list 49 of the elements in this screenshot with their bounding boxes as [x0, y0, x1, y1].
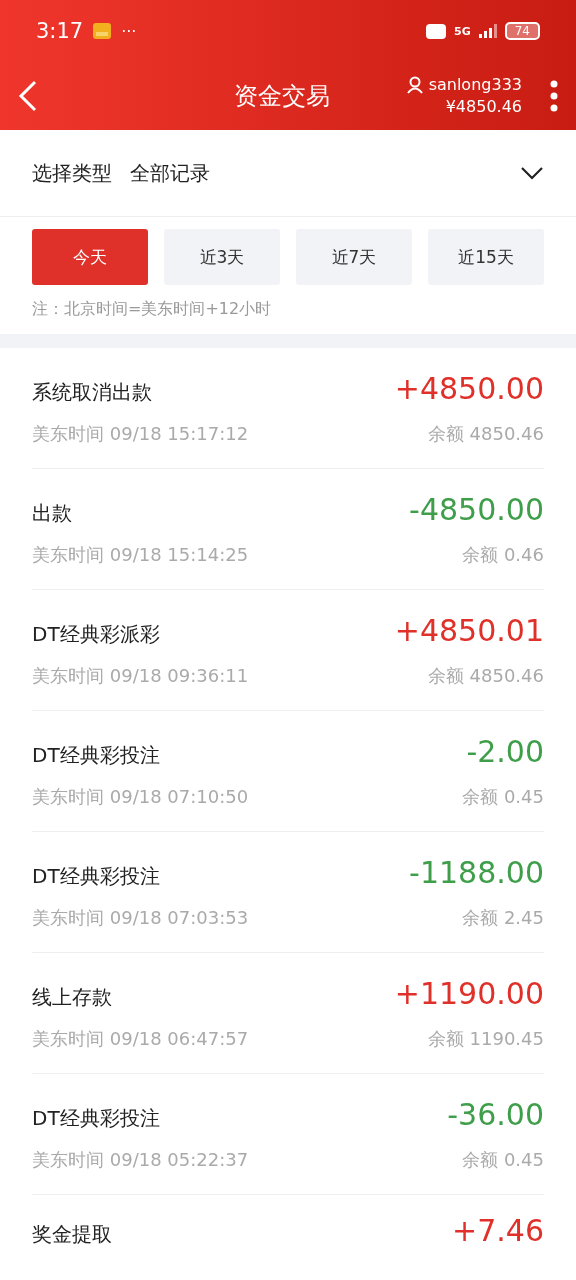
record-balance: 余额 1190.45	[427, 1026, 544, 1051]
battery-level: 74	[504, 22, 540, 40]
record-time: 美东时间 09/18 15:14:25	[32, 542, 249, 567]
record-amount: -4850.00	[409, 491, 544, 527]
record-time: 美东时间 09/18 09:36:11	[32, 663, 249, 688]
record-time: 美东时间 09/18 07:03:53	[32, 905, 249, 930]
account-balance: ¥4850.46	[445, 96, 522, 118]
user-icon	[406, 76, 423, 94]
more-menu-icon[interactable]	[550, 80, 558, 112]
record-amount: +1190.00	[394, 975, 544, 1011]
date-range-tab[interactable]: 近3天	[164, 229, 280, 285]
record-amount: -2.00	[466, 733, 544, 769]
record-title: DT经典彩投注	[32, 741, 160, 769]
type-selector[interactable]: 选择类型 全部记录	[0, 130, 576, 217]
record-title: 线上存款	[32, 983, 112, 1011]
record-title: DT经典彩投注	[32, 862, 160, 890]
record-amount: +4850.00	[394, 370, 544, 406]
record-amount: +7.46	[452, 1213, 544, 1248]
record-amount: -36.00	[447, 1096, 544, 1132]
page-title: 资金交易	[233, 81, 332, 112]
more-notifications: ···	[121, 21, 137, 41]
record-balance: 余额 4850.46	[427, 663, 544, 688]
record-time: 美东时间 09/18 06:47:57	[32, 1026, 249, 1051]
record-amount: +4850.01	[394, 612, 544, 648]
record-time: 美东时间 09/18 15:17:12	[32, 421, 249, 446]
username: sanlong333	[428, 74, 522, 96]
record-balance: 余额 0.45	[462, 1147, 544, 1172]
record-balance: 余额 0.45	[462, 784, 544, 809]
record-time: 美东时间 09/18 07:10:50	[32, 784, 249, 809]
date-range-tab[interactable]: 近15天	[428, 229, 544, 285]
network-type: 5G	[454, 24, 471, 38]
record-title: 奖金提取	[32, 1221, 112, 1248]
record-balance: 余额 0.46	[462, 542, 544, 567]
record-time: 美东时间 09/18 05:22:37	[32, 1147, 249, 1172]
status-time: 3:17	[36, 19, 84, 43]
back-icon[interactable]	[18, 80, 38, 112]
chevron-down-icon	[520, 166, 544, 180]
time-note: 注：北京时间=美东时间+12小时	[31, 298, 273, 320]
record-title: 出款	[32, 499, 72, 527]
date-range-tab[interactable]: 今天	[32, 229, 148, 285]
record-amount: -1188.00	[409, 854, 544, 890]
date-range-tab[interactable]: 近7天	[296, 229, 412, 285]
record-title: 系统取消出款	[32, 378, 152, 406]
record-balance: 余额 2.45	[462, 905, 544, 930]
signal-icon	[478, 24, 497, 38]
record-title: DT经典彩投注	[32, 1104, 160, 1132]
app-notification-icon	[91, 20, 114, 42]
record-balance: 余额 4850.46	[427, 421, 544, 446]
record-title: DT经典彩派彩	[32, 620, 160, 648]
